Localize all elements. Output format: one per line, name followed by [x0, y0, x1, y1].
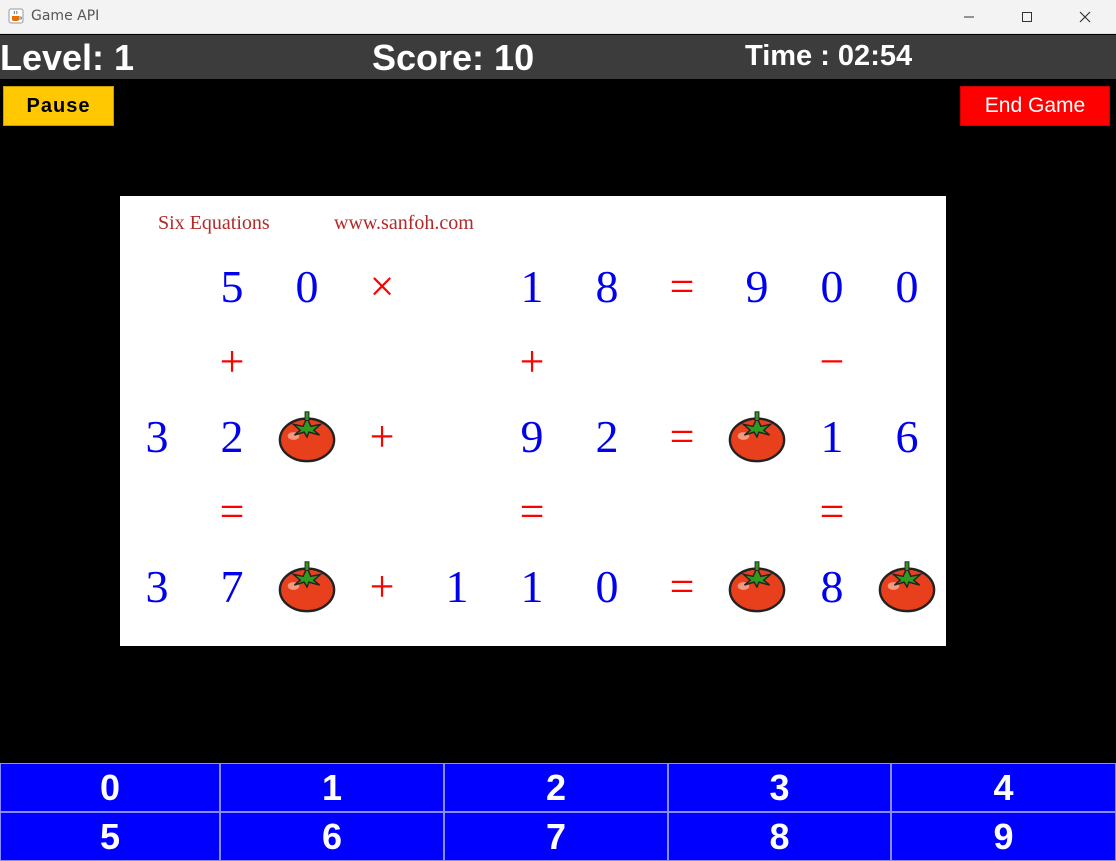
puzzle-digit: 1 — [445, 560, 469, 612]
equals-sign: = — [819, 486, 845, 536]
equals-sign: = — [669, 261, 695, 311]
maximize-icon — [1022, 12, 1032, 22]
digit-key-0[interactable]: 0 — [0, 763, 220, 812]
puzzle-digit: 9 — [745, 260, 769, 312]
plus-sign: + — [219, 336, 245, 386]
digit-key-3[interactable]: 3 — [668, 763, 891, 812]
score-label: Score: 10 — [372, 37, 535, 78]
puzzle-title: Six Equations — [158, 212, 270, 234]
minimize-button[interactable] — [946, 0, 992, 34]
puzzle-digit: 0 — [295, 260, 319, 312]
window-title: Game API — [31, 8, 100, 24]
digit-key-5[interactable]: 5 — [0, 812, 220, 861]
level-label: Level: 1 — [0, 37, 135, 78]
puzzle-digit: 2 — [595, 410, 619, 462]
times-sign: × — [369, 261, 395, 311]
puzzle-digit: 0 — [895, 260, 919, 312]
java-coffee-icon — [8, 8, 24, 24]
puzzle-website: www.sanfoh.com — [334, 212, 474, 234]
digit-key-1[interactable]: 1 — [220, 763, 444, 812]
maximize-button[interactable] — [1004, 0, 1050, 34]
plus-sign: + — [519, 336, 545, 386]
close-icon — [1079, 11, 1091, 23]
puzzle-digit: 0 — [820, 260, 844, 312]
equals-sign: = — [219, 486, 245, 536]
status-bar: Level: 1 Score: 10 Time : 02:54 — [0, 35, 1116, 79]
equals-sign: = — [669, 411, 695, 461]
puzzle-digit: 8 — [820, 560, 844, 612]
tomato-icon[interactable] — [877, 556, 937, 616]
puzzle-digit: 1 — [520, 560, 544, 612]
timer-label: Time : 02:54 — [745, 40, 913, 72]
puzzle-board: Six Equations www.sanfoh.com 5 0 × 1 8 = 9 0 0 + +… — [120, 196, 946, 646]
pause-button[interactable]: Pause — [3, 86, 114, 126]
tomato-icon[interactable] — [727, 406, 787, 466]
window-title-bar[interactable]: Game API — [0, 0, 1116, 34]
close-button[interactable] — [1062, 0, 1108, 34]
puzzle-digit: 1 — [820, 410, 844, 462]
digit-key-6[interactable]: 6 — [220, 812, 444, 861]
digit-keypad: 01234 56789 — [0, 763, 1116, 861]
minus-sign: − — [819, 336, 845, 386]
puzzle-digit: 3 — [145, 410, 169, 462]
puzzle-digit: 6 — [895, 410, 919, 462]
puzzle-digit: 1 — [520, 260, 544, 312]
digit-key-9[interactable]: 9 — [891, 812, 1116, 861]
puzzle-digit: 0 — [595, 560, 619, 612]
digit-key-2[interactable]: 2 — [444, 763, 668, 812]
puzzle-digit: 8 — [595, 260, 619, 312]
digit-key-7[interactable]: 7 — [444, 812, 668, 861]
equals-sign: = — [669, 561, 695, 611]
digit-key-4[interactable]: 4 — [891, 763, 1116, 812]
puzzle-digit: 9 — [520, 410, 544, 462]
equals-sign: = — [519, 486, 545, 536]
tomato-icon[interactable] — [277, 406, 337, 466]
puzzle-digit: 7 — [220, 560, 244, 612]
puzzle-digit: 5 — [220, 260, 244, 312]
minimize-icon — [964, 16, 974, 18]
tomato-icon[interactable] — [727, 556, 787, 616]
end-game-button[interactable]: End Game — [960, 86, 1110, 126]
plus-sign: + — [369, 561, 395, 611]
puzzle-digit: 2 — [220, 410, 244, 462]
plus-sign: + — [369, 411, 395, 461]
digit-key-8[interactable]: 8 — [668, 812, 891, 861]
tomato-icon[interactable] — [277, 556, 337, 616]
puzzle-digit: 3 — [145, 560, 169, 612]
